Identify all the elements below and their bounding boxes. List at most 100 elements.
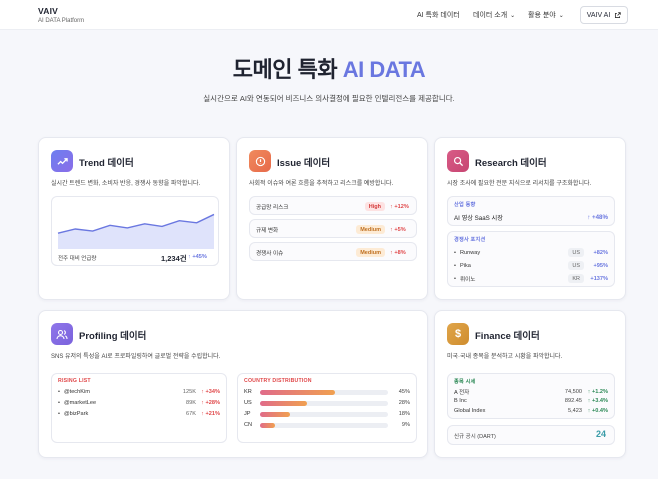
stock-box: 종목 시세 A 전자 74,500 ↑ +1.2% B Inc 892.45 ↑… [447, 373, 615, 419]
stock-name: Global Index [454, 408, 486, 414]
issue-level-badge: Medium [356, 248, 385, 257]
top-nav: VAIV AI DATA Platform AI 특화 데이터 데이터 소개 ⌄ … [0, 0, 658, 30]
rising-name: @bizPark [63, 411, 89, 417]
country-badge: US [568, 261, 584, 270]
issue-change: ↑ +8% [390, 249, 406, 256]
bullet-icon: • [454, 262, 456, 269]
competitor-row[interactable]: • Runway US +82% [454, 248, 608, 257]
competitor-box: 경쟁사 포지션 • Runway US +82% • Pika US +95% … [447, 231, 615, 287]
issue-change: ↑ +5% [390, 226, 406, 233]
country-bar-fill [260, 400, 307, 406]
search-icon [447, 150, 469, 172]
trend-metric-label: 전주 대비 언급량 [58, 256, 97, 262]
rising-row[interactable]: • @bizPark 67K ↑ +21% [58, 411, 220, 417]
profiling-title: Profiling 데이터 [79, 331, 147, 342]
brand-subtitle: AI DATA Platform [38, 18, 85, 24]
stock-price: 5,423 [568, 408, 582, 414]
rising-count: 67K [186, 411, 196, 417]
country-row[interactable]: KR 45% [244, 389, 410, 395]
stock-row[interactable]: Global Index 5,423 ↑ +0.4% [454, 408, 608, 414]
issue-card[interactable]: Issue 데이터 사회적 이슈와 여론 흐름을 추적하고 리스크를 예방합니다… [236, 137, 428, 300]
issue-title: Issue 데이터 [277, 158, 331, 169]
country-bar-track [260, 389, 388, 395]
nav-item-use-cases[interactable]: 활용 분야 ⌄ [528, 10, 564, 20]
country-percent: 9% [401, 422, 410, 428]
trend-metric-value: 1,234건 [161, 254, 187, 263]
finance-desc: 미국·국내 종목을 분석하고 시황을 파악합니다. [447, 354, 563, 360]
issue-label: 공급망 리스크 [256, 204, 289, 211]
rising-row[interactable]: • @marketLee 89K ↑ +28% [58, 400, 220, 406]
industry-trend-item: AI 영상 SaaS 시장 [454, 215, 503, 222]
competitor-label: 경쟁사 포지션 [454, 237, 486, 243]
industry-trend-box[interactable]: 산업 동향 AI 영상 SaaS 시장 ↑ +48% [447, 196, 615, 226]
trend-metric-row: 전주 대비 언급량 1,234건 ↑ +45% [51, 249, 219, 266]
research-title: Research 데이터 [475, 158, 547, 169]
stock-row[interactable]: A 전자 74,500 ↑ +1.2% [454, 388, 608, 396]
competitor-name: 뤼이노 [459, 276, 476, 283]
brand-title: VAIV [38, 6, 59, 16]
issue-label: 경쟁사 이슈 [256, 250, 284, 257]
rising-change: ↑ +21% [201, 411, 220, 417]
country-code: KR [244, 389, 252, 395]
country-code: CN [244, 422, 253, 428]
country-distribution-box: COUNTRY DISTRIBUTION KR 45% US 28% JP 18% CN 9% [237, 373, 417, 443]
issue-desc: 사회적 이슈와 여론 흐름을 추적하고 리스크를 예방합니다. [249, 181, 394, 187]
country-bar-fill [260, 422, 275, 428]
rising-list-box: RISING LIST • @techKim 125K ↑ +34% • @ma… [51, 373, 227, 443]
issue-level-badge: Medium [356, 225, 385, 234]
rising-list-label: RISING LIST [58, 378, 91, 384]
issue-level-badge: High [364, 202, 385, 211]
stock-change: ↑ +3.4% [587, 398, 608, 404]
country-badge: US [568, 248, 584, 257]
bullet-icon: • [58, 389, 60, 395]
country-distribution-label: COUNTRY DISTRIBUTION [244, 378, 312, 384]
competitor-name: Pika [459, 262, 471, 269]
issue-row[interactable]: 규제 변화 Medium ↑ +5% [249, 219, 417, 238]
competitor-change: +95% [593, 262, 608, 269]
country-percent: 45% [398, 389, 410, 395]
country-row[interactable]: JP 18% [244, 411, 410, 417]
issue-label: 규제 변화 [256, 227, 279, 234]
industry-trend-label: 산업 동향 [454, 202, 476, 208]
brand[interactable]: VAIV AI DATA Platform [38, 6, 84, 24]
country-bar-fill [260, 411, 290, 417]
rising-count: 125K [182, 389, 196, 395]
nav-item-data-intro[interactable]: 데이터 소개 ⌄ [473, 10, 515, 20]
country-badge: KR [568, 274, 584, 283]
rising-name: @techKim [63, 389, 90, 395]
external-link-icon [615, 11, 622, 18]
alert-icon [249, 150, 271, 172]
chevron-down-icon: ⌄ [558, 12, 564, 19]
nav-item-label: AI 특화 데이터 [417, 12, 460, 19]
bullet-icon: • [58, 400, 60, 406]
dart-box[interactable]: 신규 공시 (DART) 24 [447, 425, 615, 445]
rising-name: @marketLee [63, 400, 97, 406]
research-card[interactable]: Research 데이터 시장 조사에 필요한 전문 지식으로 리서치를 구조화… [434, 137, 626, 300]
research-desc: 시장 조사에 필요한 전문 지식으로 리서치를 구조화합니다. [447, 181, 592, 187]
competitor-row[interactable]: • 뤼이노 KR +137% [454, 274, 608, 283]
trend-desc: 실시간 트렌드 변화, 소비자 반응, 경쟁사 동향을 파악합니다. [51, 181, 201, 187]
country-row[interactable]: US 28% [244, 400, 410, 406]
hero-title-main: 도메인 특화 [232, 57, 338, 82]
hero-title-accent: AI DATA [342, 57, 426, 82]
rising-change: ↑ +28% [201, 400, 220, 406]
country-bar-track [260, 411, 388, 417]
trend-card[interactable]: Trend 데이터 실시간 트렌드 변화, 소비자 반응, 경쟁사 동향을 파악… [38, 137, 230, 300]
stock-change: ↑ +0.4% [587, 408, 608, 414]
issue-row[interactable]: 경쟁사 이슈 Medium ↑ +8% [249, 242, 417, 261]
competitor-row[interactable]: • Pika US +95% [454, 261, 608, 270]
stock-row[interactable]: B Inc 892.45 ↑ +3.4% [454, 398, 608, 404]
country-code: JP [244, 411, 251, 417]
profiling-card[interactable]: Profiling 데이터 SNS 유저의 특성을 AI로 프로파일링하여 글로… [38, 310, 428, 458]
issue-row[interactable]: 공급망 리스크 High ↑ +12% [249, 196, 417, 215]
bullet-icon: • [58, 411, 60, 417]
nav-item-ai-data[interactable]: AI 특화 데이터 [417, 10, 460, 20]
country-percent: 28% [398, 400, 410, 406]
stock-name: B Inc [454, 398, 467, 404]
vaiv-ai-button[interactable]: VAIV AI [580, 6, 628, 24]
country-bar-fill [260, 389, 335, 395]
country-bar-track [260, 400, 388, 406]
finance-card[interactable]: $ Finance 데이터 미국·국내 종목을 분석하고 시황을 파악합니다. … [434, 310, 626, 458]
country-row[interactable]: CN 9% [244, 422, 410, 428]
rising-row[interactable]: • @techKim 125K ↑ +34% [58, 389, 220, 395]
